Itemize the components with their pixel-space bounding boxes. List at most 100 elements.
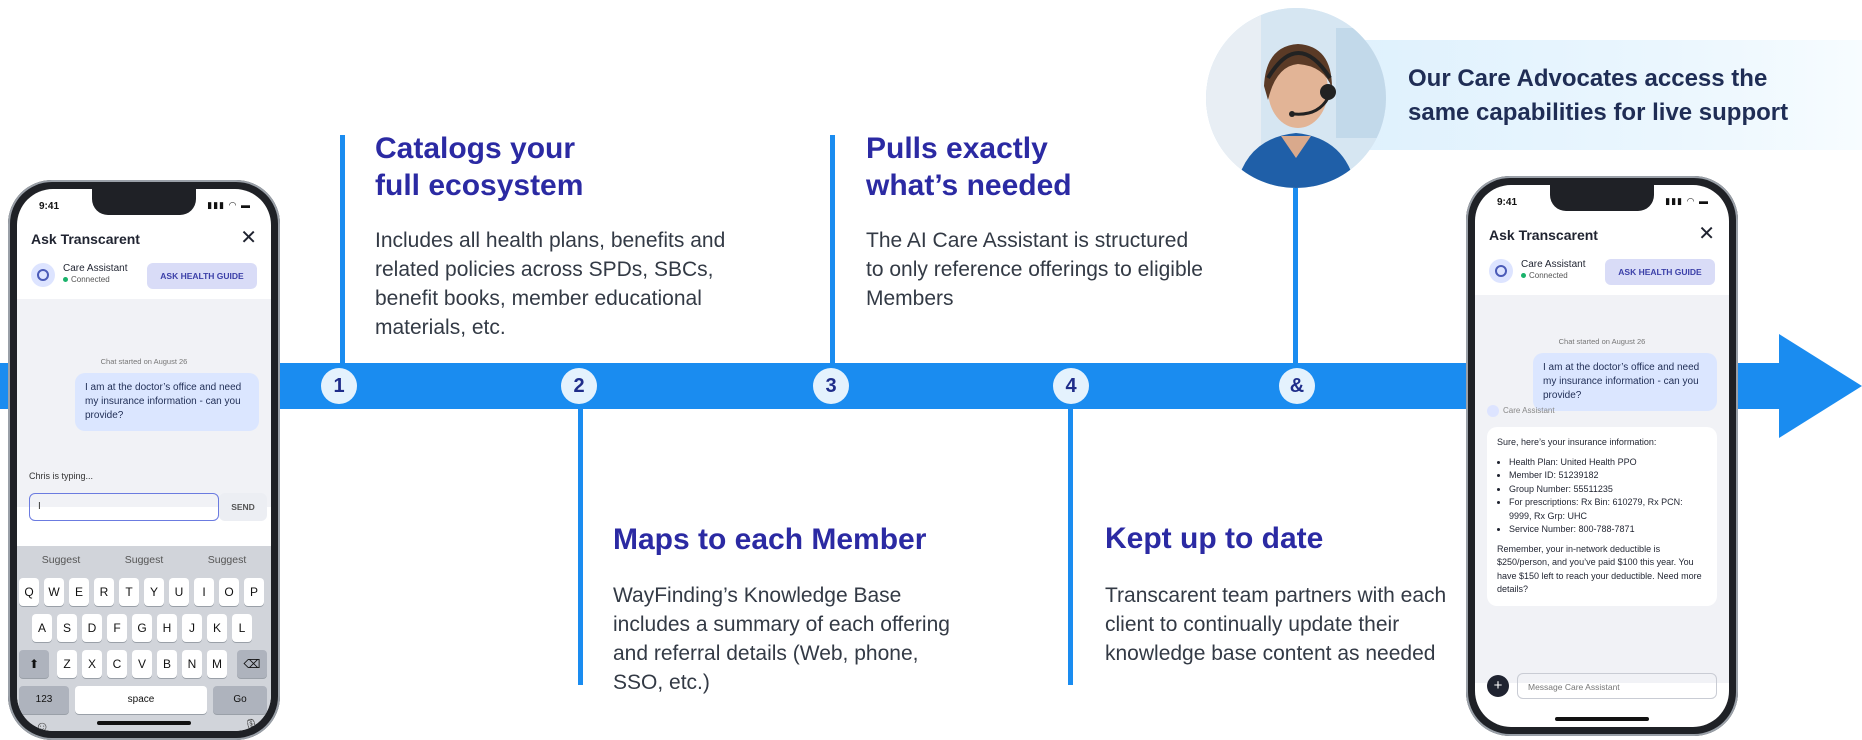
keyboard: Suggest Suggest Suggest Q W E R T Y U I … [17, 546, 271, 731]
emoji-icon[interactable]: ☺ [35, 718, 49, 731]
message-input[interactable]: I [29, 493, 219, 521]
suggestion-1[interactable]: Suggest [21, 554, 101, 566]
key-d[interactable]: D [82, 614, 102, 642]
send-button[interactable]: SEND [219, 493, 267, 521]
care-assistant-icon [1489, 259, 1513, 283]
reply-outro: Remember, your in-network deductible is … [1497, 543, 1702, 595]
ask-health-guide-button[interactable]: ASK HEALTH GUIDE [1605, 259, 1715, 285]
status-time: 9:41 [39, 201, 60, 212]
key-l[interactable]: L [232, 614, 252, 642]
timeline-node-advocate: & [1279, 368, 1315, 404]
timeline-node-4: 4 [1053, 368, 1089, 404]
care-assistant-status-text: Connected [71, 275, 110, 284]
shift-key-icon[interactable]: ⬆ [19, 650, 49, 678]
timeline-node-1: 1 [321, 368, 357, 404]
home-indicator [1555, 717, 1649, 721]
key-m[interactable]: M [207, 650, 227, 678]
key-n[interactable]: N [182, 650, 202, 678]
key-y[interactable]: Y [144, 578, 164, 606]
go-key[interactable]: Go [213, 686, 267, 714]
assistant-small-icon [1487, 405, 1499, 417]
reply-item: For prescriptions: Rx Bin: 610279, Rx PC… [1509, 496, 1707, 523]
timeline-arrow-head [1779, 334, 1862, 438]
chat-started-label: Chat started on August 26 [100, 357, 188, 366]
status-icons: ▮▮▮ ◠ ▬ [1665, 196, 1709, 206]
step-1-title-line1: Catalogs your [375, 132, 576, 165]
step-1-title: Catalogs your full ecosystem [375, 130, 583, 204]
connector-line-1 [340, 135, 345, 363]
care-assistant-name: Care Assistant [63, 263, 128, 274]
care-advocate-text: Our Care Advocates access the same capab… [1408, 62, 1848, 130]
step-2-description: WayFinding’s Knowledge Base includes a s… [613, 584, 950, 694]
step-1-title-line2: full ecosystem [375, 169, 584, 202]
home-indicator [97, 721, 191, 725]
care-assistant-icon [31, 263, 55, 287]
phone-left-notch [92, 189, 196, 215]
key-t[interactable]: T [119, 578, 139, 606]
suggestion-3[interactable]: Suggest [187, 554, 267, 566]
timeline-node-3: 3 [813, 368, 849, 404]
typing-indicator: Chris is typing... [29, 471, 94, 481]
key-e[interactable]: E [69, 578, 89, 606]
reply-item: Group Number: 55511235 [1509, 483, 1707, 497]
assistant-label-text: Care Assistant [1503, 406, 1555, 416]
key-v[interactable]: V [132, 650, 152, 678]
plus-icon[interactable]: + [1487, 675, 1509, 697]
space-key[interactable]: space [75, 686, 207, 714]
numbers-key[interactable]: 123 [19, 686, 69, 714]
user-message-bubble: I am at the doctor’s office and need my … [75, 373, 259, 431]
connector-line-advocate [1293, 180, 1298, 363]
care-assistant-name: Care Assistant [1521, 259, 1586, 270]
chat-header-title: Ask Transcarent [31, 231, 140, 247]
key-q[interactable]: Q [19, 578, 39, 606]
step-3-title-line2: what’s needed [866, 169, 1072, 202]
step-3-title: Pulls exactly what’s needed [866, 130, 1072, 204]
phone-left: 9:41 ▮▮▮ ◠ ▬ Ask Transcarent ✕ Care Assi… [8, 180, 280, 740]
status-time: 9:41 [1497, 197, 1518, 208]
status-icons: ▮▮▮ ◠ ▬ [207, 200, 251, 210]
backspace-key-icon[interactable]: ⌫ [237, 650, 267, 678]
key-z[interactable]: Z [57, 650, 77, 678]
step-2-title: Maps to each Member [613, 523, 927, 556]
care-advocate-photo [1206, 8, 1386, 188]
key-u[interactable]: U [169, 578, 189, 606]
reply-list: Health Plan: United Health PPO Member ID… [1497, 456, 1707, 537]
key-r[interactable]: R [94, 578, 114, 606]
step-1-description: Includes all health plans, benefits and … [375, 229, 726, 339]
key-w[interactable]: W [44, 578, 64, 606]
key-f[interactable]: F [107, 614, 127, 642]
connector-line-2 [578, 409, 583, 685]
reply-item: Health Plan: United Health PPO [1509, 456, 1707, 470]
message-input[interactable]: Message Care Assistant [1517, 673, 1717, 699]
care-advocate-text-line2: same capabilities for live support [1408, 99, 1789, 126]
close-icon[interactable]: ✕ [240, 225, 257, 250]
assistant-reply-bubble: Sure, here’s your insurance information:… [1487, 427, 1717, 606]
care-assistant-status: Connected [1521, 271, 1568, 280]
microphone-icon[interactable]: 🎙 [243, 718, 260, 731]
key-x[interactable]: X [82, 650, 102, 678]
key-p[interactable]: P [244, 578, 264, 606]
timeline-node-2: 2 [561, 368, 597, 404]
key-c[interactable]: C [107, 650, 127, 678]
phone-left-screen: 9:41 ▮▮▮ ◠ ▬ Ask Transcarent ✕ Care Assi… [17, 189, 271, 731]
step-4-title: Kept up to date [1105, 522, 1324, 555]
user-message-bubble: I am at the doctor’s office and need my … [1533, 353, 1717, 411]
key-h[interactable]: H [157, 614, 177, 642]
ask-health-guide-button[interactable]: ASK HEALTH GUIDE [147, 263, 257, 289]
chat-header-title: Ask Transcarent [1489, 227, 1598, 243]
key-g[interactable]: G [132, 614, 152, 642]
key-k[interactable]: K [207, 614, 227, 642]
close-icon[interactable]: ✕ [1698, 221, 1715, 246]
connector-line-3 [830, 135, 835, 363]
key-i[interactable]: I [194, 578, 214, 606]
key-j[interactable]: J [182, 614, 202, 642]
key-o[interactable]: O [219, 578, 239, 606]
care-assistant-status: Connected [63, 275, 110, 284]
suggestion-2[interactable]: Suggest [104, 554, 184, 566]
key-s[interactable]: S [57, 614, 77, 642]
step-3-description: The AI Care Assistant is structured to o… [866, 229, 1203, 310]
step-4-description: Transcarent team partners with each clie… [1105, 584, 1447, 665]
care-advocate-illustration [1206, 8, 1386, 188]
key-a[interactable]: A [32, 614, 52, 642]
key-b[interactable]: B [157, 650, 177, 678]
